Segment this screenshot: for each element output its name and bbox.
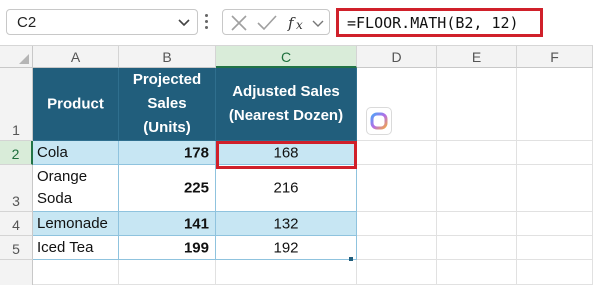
cell-c4[interactable]: 132 [216, 212, 357, 236]
cell-f4[interactable] [517, 212, 593, 236]
formula-bar-area: C2 f x =FLOOR.MATH(B2, 12) [0, 0, 593, 45]
cell-f3[interactable] [517, 165, 593, 212]
cell-a1[interactable]: Product [33, 68, 119, 141]
cell-c5[interactable]: 192 [216, 236, 357, 260]
product-name: Orange Soda [37, 168, 88, 207]
cell-f6[interactable] [517, 260, 593, 285]
table-resize-handle[interactable] [349, 257, 353, 261]
row-header-5[interactable]: 5 [0, 236, 33, 260]
column-header-a[interactable]: A [33, 46, 119, 68]
cell-d2[interactable] [357, 141, 437, 165]
svg-text:f: f [287, 14, 296, 32]
fx-icon[interactable]: f x [287, 13, 309, 33]
svg-text:x: x [296, 18, 303, 32]
projected-value: 199 [183, 239, 209, 256]
cell-a4[interactable]: Lemonade [33, 212, 119, 236]
row-header-2[interactable]: 2 [0, 141, 33, 165]
cell-a3[interactable]: Orange Soda [33, 165, 119, 212]
row-header-1[interactable]: 1 [0, 68, 33, 141]
copilot-button[interactable] [366, 107, 392, 135]
header-adjusted-sales: Adjusted Sales (Nearest Dozen) [228, 83, 344, 124]
column-header-d[interactable]: D [357, 46, 437, 68]
name-box-value[interactable]: C2 [17, 14, 36, 31]
cell-e1[interactable] [437, 68, 517, 141]
cell-c3[interactable]: 216 [216, 165, 357, 212]
row-header-4[interactable]: 4 [0, 212, 33, 236]
x-icon[interactable] [229, 13, 249, 33]
cell-a2[interactable]: Cola [33, 141, 119, 165]
adjusted-value: 192 [273, 239, 299, 256]
cell-b6[interactable] [119, 260, 216, 285]
header-projected-sales: Projected Sales (Units) [132, 71, 202, 136]
cell-b3[interactable]: 225 [119, 165, 216, 212]
cell-e6[interactable] [437, 260, 517, 285]
chevron-down-icon[interactable] [177, 15, 191, 29]
column-header-e[interactable]: E [437, 46, 517, 68]
formula-input[interactable]: =FLOOR.MATH(B2, 12) [336, 8, 543, 37]
cell-b4[interactable]: 141 [119, 212, 216, 236]
cell-e4[interactable] [437, 212, 517, 236]
projected-value: 225 [183, 179, 209, 197]
product-name: Iced Tea [37, 238, 94, 256]
header-product: Product [47, 95, 104, 113]
cell-f5[interactable] [517, 236, 593, 260]
product-name: Lemonade [37, 214, 108, 232]
check-icon[interactable] [256, 13, 278, 33]
select-all-button[interactable] [0, 46, 33, 68]
adjusted-value: 216 [273, 179, 299, 197]
cell-e3[interactable] [437, 165, 517, 212]
name-box[interactable]: C2 [6, 9, 198, 35]
cell-c1[interactable]: Adjusted Sales (Nearest Dozen) [216, 68, 357, 141]
column-header-b[interactable]: B [119, 46, 216, 68]
formula-controls: f x [222, 9, 330, 35]
cell-c6[interactable] [216, 260, 357, 285]
column-header-c[interactable]: C [216, 46, 357, 68]
cell-f2[interactable] [517, 141, 593, 165]
copilot-icon [370, 112, 388, 130]
row-header-3[interactable]: 3 [0, 165, 33, 212]
row-header-6[interactable] [0, 260, 33, 285]
column-header-f[interactable]: F [517, 46, 593, 68]
cell-a6[interactable] [33, 260, 119, 285]
projected-value: 178 [183, 144, 209, 161]
cell-d3[interactable] [357, 165, 437, 212]
cell-b2[interactable]: 178 [119, 141, 216, 165]
cell-e5[interactable] [437, 236, 517, 260]
adjusted-value: 132 [273, 215, 299, 232]
projected-value: 141 [183, 215, 209, 232]
cell-a5[interactable]: Iced Tea [33, 236, 119, 260]
cell-f1[interactable] [517, 68, 593, 141]
vertical-dots-icon[interactable] [205, 12, 209, 32]
cell-d4[interactable] [357, 212, 437, 236]
cell-e2[interactable] [437, 141, 517, 165]
selected-cell-highlight [216, 141, 357, 169]
cell-d6[interactable] [357, 260, 437, 285]
chevron-down-icon[interactable] [311, 16, 325, 30]
formula-text[interactable]: =FLOOR.MATH(B2, 12) [347, 14, 519, 32]
cell-b1[interactable]: Projected Sales (Units) [119, 68, 216, 141]
product-name: Cola [37, 143, 68, 161]
cell-b5[interactable]: 199 [119, 236, 216, 260]
cell-d5[interactable] [357, 236, 437, 260]
